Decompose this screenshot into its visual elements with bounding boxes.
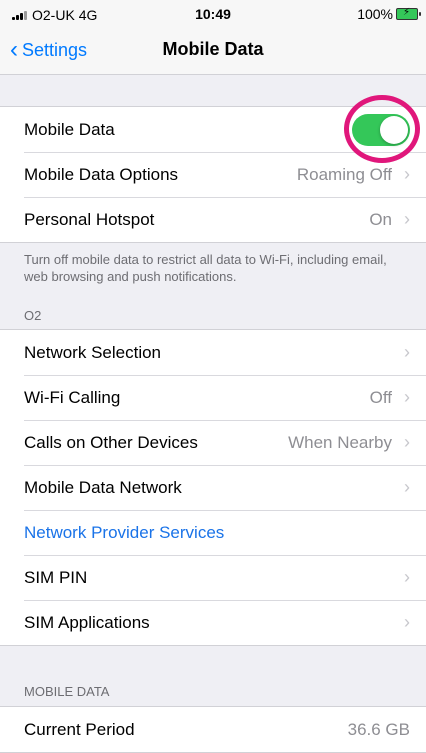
wifi-calling-row[interactable]: Wi-Fi Calling Off › [0, 375, 426, 420]
nav-bar: ‹ Settings Mobile Data [0, 28, 426, 75]
chevron-right-icon: › [404, 612, 410, 632]
usage-section-header: MOBILE DATA [24, 684, 110, 699]
personal-hotspot-label: Personal Hotspot [24, 209, 155, 229]
personal-hotspot-value: On [369, 209, 392, 229]
battery-percent: 100% [357, 6, 393, 22]
network-provider-services-row[interactable]: Network Provider Services [0, 510, 426, 555]
charging-bolt-icon: ⚡ [403, 7, 411, 18]
mobile-data-options-row[interactable]: Mobile Data Options Roaming Off › [0, 152, 426, 197]
network-provider-services-link[interactable]: Network Provider Services [24, 523, 410, 543]
usage-group: Current Period 36.6 GB [0, 706, 426, 753]
mobile-data-row: Mobile Data [0, 107, 426, 152]
mobile-data-group: Mobile Data Mobile Data Options Roaming … [0, 106, 426, 243]
sim-applications-label: SIM Applications [24, 612, 150, 632]
mobile-data-network-row[interactable]: Mobile Data Network › [0, 465, 426, 510]
network-selection-row[interactable]: Network Selection › [0, 330, 426, 375]
mobile-data-label: Mobile Data [24, 119, 115, 139]
current-period-row: Current Period 36.6 GB [0, 707, 426, 752]
status-bar: O2-UK 4G 10:49 100% ⚡ [0, 0, 426, 28]
chevron-right-icon: › [404, 209, 410, 229]
sim-applications-row[interactable]: SIM Applications › [0, 600, 426, 645]
toggle-knob [380, 115, 408, 144]
current-period-label: Current Period [24, 719, 135, 739]
mobile-data-footer-note: Turn off mobile data to restrict all dat… [24, 252, 387, 284]
sim-pin-row[interactable]: SIM PIN › [0, 555, 426, 600]
chevron-right-icon: › [404, 164, 410, 184]
personal-hotspot-row[interactable]: Personal Hotspot On › [0, 197, 426, 242]
wifi-calling-value: Off [369, 387, 392, 407]
chevron-right-icon: › [404, 342, 410, 362]
status-right: 100% ⚡ [357, 6, 421, 22]
battery-icon: ⚡ [396, 7, 421, 20]
mobile-data-options-label: Mobile Data Options [24, 164, 179, 184]
page-title: Mobile Data [162, 39, 264, 59]
mobile-data-network-label: Mobile Data Network [24, 477, 182, 497]
chevron-right-icon: › [404, 432, 410, 452]
sim-pin-label: SIM PIN [24, 567, 88, 587]
mobile-data-options-value: Roaming Off [296, 164, 392, 184]
network-selection-label: Network Selection [24, 342, 162, 362]
chevron-right-icon: › [404, 567, 410, 587]
carrier-section-header: O2 [24, 308, 42, 323]
mobile-data-toggle[interactable] [352, 113, 410, 146]
calls-other-devices-label: Calls on Other Devices [24, 432, 198, 452]
calls-other-devices-value: When Nearby [288, 432, 392, 452]
carrier-group: Network Selection › Wi-Fi Calling Off › … [0, 329, 426, 646]
chevron-right-icon: › [404, 387, 410, 407]
calls-other-devices-row[interactable]: Calls on Other Devices When Nearby › [0, 420, 426, 465]
chevron-right-icon: › [404, 477, 410, 497]
wifi-calling-label: Wi-Fi Calling [24, 387, 121, 407]
current-period-value: 36.6 GB [347, 719, 410, 739]
